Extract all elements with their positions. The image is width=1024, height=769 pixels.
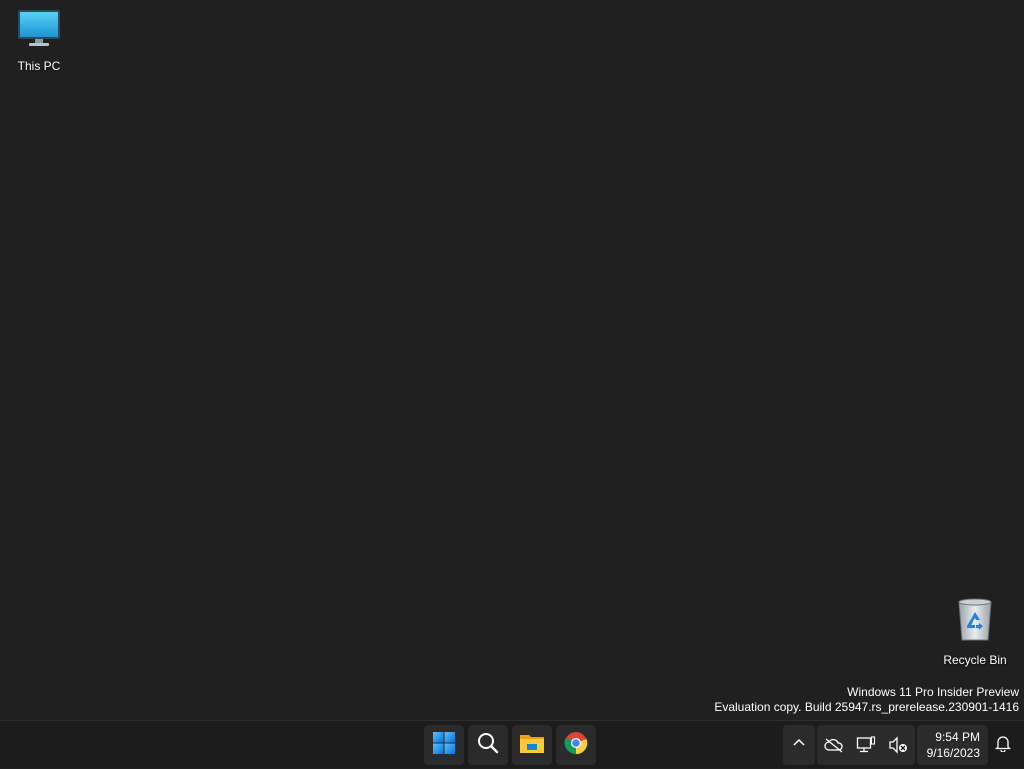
volume-muted-icon[interactable] bbox=[887, 734, 909, 756]
clock-time: 9:54 PM bbox=[935, 730, 980, 744]
file-explorer-button[interactable] bbox=[512, 725, 552, 765]
chevron-up-icon bbox=[792, 736, 806, 755]
windows-start-icon bbox=[432, 731, 456, 760]
recycle-bin-icon bbox=[955, 596, 995, 647]
clock[interactable]: 9:54 PM 9/16/2023 bbox=[916, 725, 988, 765]
monitor-icon bbox=[17, 8, 61, 53]
clock-date: 9/16/2023 bbox=[926, 746, 980, 760]
bell-icon bbox=[994, 734, 1012, 757]
watermark-line-1: Windows 11 Pro Insider Preview bbox=[847, 685, 1019, 699]
chrome-button[interactable] bbox=[556, 725, 596, 765]
folder-icon bbox=[519, 731, 545, 760]
onedrive-offline-icon[interactable] bbox=[823, 734, 845, 756]
show-hidden-icons-button[interactable] bbox=[782, 725, 815, 765]
desktop: This PC Recycle Bin Windows 11 Pro Insid… bbox=[0, 0, 1024, 720]
desktop-icon-label: This PC bbox=[17, 59, 61, 73]
notifications-button[interactable] bbox=[988, 725, 1018, 765]
chrome-icon bbox=[564, 731, 588, 760]
desktop-icon-this-pc[interactable]: This PC bbox=[0, 8, 78, 73]
network-icon[interactable] bbox=[855, 734, 877, 756]
taskbar-apps bbox=[424, 725, 596, 765]
desktop-icon-recycle-bin[interactable]: Recycle Bin bbox=[936, 596, 1014, 667]
start-button[interactable] bbox=[424, 725, 464, 765]
taskbar: 9:54 PM 9/16/2023 bbox=[0, 720, 1024, 768]
search-icon bbox=[476, 731, 500, 760]
desktop-icon-label: Recycle Bin bbox=[943, 653, 1007, 667]
tray-quick-settings[interactable] bbox=[816, 725, 915, 765]
evaluation-watermark: Windows 11 Pro Insider Preview Evaluatio… bbox=[714, 685, 1019, 715]
search-button[interactable] bbox=[468, 725, 508, 765]
system-tray: 9:54 PM 9/16/2023 bbox=[782, 721, 1024, 769]
watermark-line-2: Evaluation copy. Build 25947.rs_prerelea… bbox=[714, 700, 1019, 714]
